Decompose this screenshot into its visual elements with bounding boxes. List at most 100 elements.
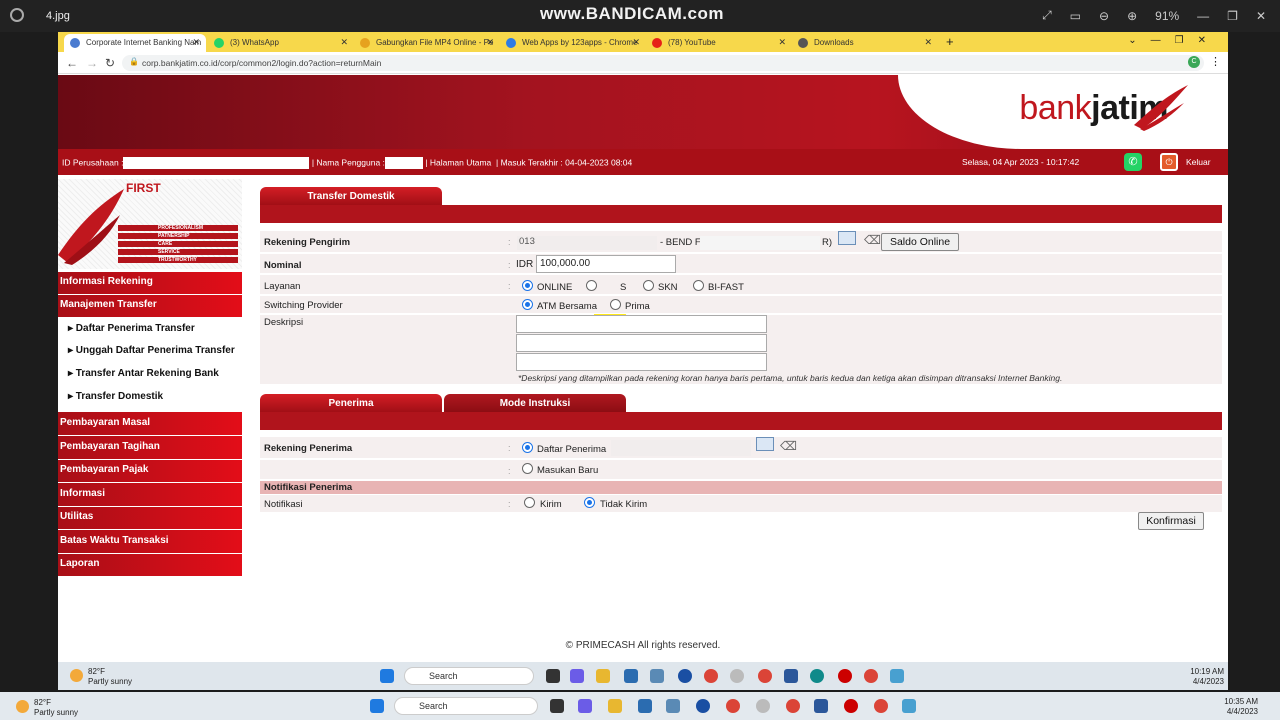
word-icon[interactable]	[814, 699, 828, 713]
mail-icon[interactable]	[638, 699, 652, 713]
file-explorer-icon[interactable]	[596, 669, 610, 683]
paint-icon[interactable]	[902, 699, 916, 713]
saldo-online-button[interactable]: Saldo Online	[881, 233, 959, 251]
menu-pembayaran-tagihan[interactable]: Pembayaran Tagihan	[58, 436, 242, 460]
window-controls[interactable]: ⌄—❐✕	[1128, 35, 1220, 46]
zoom-out-icon[interactable]: ⊖	[1099, 9, 1109, 23]
photos-icon[interactable]	[650, 669, 664, 683]
menu-laporan[interactable]: Laporan	[58, 554, 242, 577]
close-tab-icon[interactable]: ✕	[192, 37, 200, 48]
radio-daftar-penerima[interactable]	[522, 442, 533, 453]
mail-icon[interactable]	[624, 669, 638, 683]
file-explorer-icon[interactable]	[608, 699, 622, 713]
logout-link[interactable]: Keluar	[1186, 157, 1211, 167]
windows-start-icon[interactable]	[370, 699, 384, 713]
new-tab-button[interactable]: +	[946, 34, 954, 49]
zoom-app-icon[interactable]	[678, 669, 692, 683]
radio-bifast[interactable]	[693, 280, 704, 291]
description-line-1[interactable]	[516, 315, 767, 333]
app-icon[interactable]	[730, 669, 744, 683]
radio-tidak-kirim[interactable]	[584, 497, 595, 508]
submenu-transfer-antar-rekening[interactable]: ▸ Transfer Antar Rekening Bank	[68, 368, 238, 380]
forward-icon[interactable]: →	[86, 56, 98, 70]
minimize-icon[interactable]: —	[1197, 9, 1209, 23]
chrome-second-icon[interactable]	[864, 669, 878, 683]
taskbar-search[interactable]: Search	[404, 667, 534, 685]
description-line-3[interactable]	[516, 353, 767, 371]
tab-bankjatim[interactable]: Corporate Internet Banking Nam ✕	[64, 34, 206, 52]
windows-start-icon[interactable]	[380, 669, 394, 683]
tab-whatsapp[interactable]: (3) WhatsApp ✕	[208, 34, 354, 52]
edge-icon[interactable]	[810, 669, 824, 683]
paint-icon[interactable]	[890, 669, 904, 683]
menu-manajemen-transfer[interactable]: Manajemen Transfer	[58, 295, 242, 318]
zoom-app-icon[interactable]	[696, 699, 710, 713]
system-clock[interactable]: 10:19 AM 4/4/2023	[1170, 667, 1224, 687]
record-icon[interactable]	[838, 669, 852, 683]
chrome-second-icon[interactable]	[874, 699, 888, 713]
chat-icon[interactable]	[570, 669, 584, 683]
record-icon[interactable]	[844, 699, 858, 713]
logout-icon[interactable]: ⏻	[1160, 153, 1178, 171]
app-icon[interactable]	[756, 699, 770, 713]
chat-icon[interactable]	[578, 699, 592, 713]
close-tab-icon[interactable]: ✕	[632, 37, 640, 48]
tab-123apps[interactable]: Web Apps by 123apps - Chrome ✕	[500, 34, 646, 52]
whatsapp-icon[interactable]: ✆	[1124, 153, 1142, 171]
radio-kirim[interactable]	[524, 497, 535, 508]
radio-prima[interactable]	[610, 299, 621, 310]
close-icon[interactable]: ✕	[1256, 9, 1266, 23]
close-tab-icon[interactable]: ✕	[924, 37, 932, 48]
task-view-icon[interactable]	[546, 669, 560, 683]
search-recipient-icon[interactable]	[756, 437, 774, 451]
description-line-2[interactable]	[516, 334, 767, 352]
task-view-icon[interactable]	[550, 699, 564, 713]
radio-skn[interactable]	[643, 280, 654, 291]
menu-informasi-rekening[interactable]: Informasi Rekening	[58, 272, 242, 295]
eraser-icon[interactable]: ⌫	[780, 439, 797, 453]
expand-icon[interactable]: ⤢	[1042, 8, 1052, 23]
menu-pembayaran-pajak[interactable]: Pembayaran Pajak	[58, 460, 242, 483]
tab-penerima[interactable]: Penerima	[260, 394, 442, 412]
menu-utilitas[interactable]: Utilitas	[58, 507, 242, 530]
konfirmasi-button[interactable]: Konfirmasi	[1138, 512, 1204, 530]
eraser-icon[interactable]: ⌫	[864, 233, 881, 247]
chrome-icon[interactable]	[726, 699, 740, 713]
zoom-in-icon[interactable]: ⊕	[1127, 9, 1137, 23]
chrome-profile-icon[interactable]	[786, 699, 800, 713]
tab-gabungkan[interactable]: Gabungkan File MP4 Online - Pe ✕	[354, 34, 500, 52]
submenu-transfer-domestik[interactable]: ▸ Transfer Domestik	[68, 391, 238, 403]
chrome-profile-icon[interactable]	[758, 669, 772, 683]
system-clock[interactable]: 10:35 AM 4/4/2023	[1204, 697, 1258, 717]
word-icon[interactable]	[784, 669, 798, 683]
amount-input[interactable]: 100,000.00	[536, 255, 676, 273]
menu-batas-waktu[interactable]: Batas Waktu Transaksi	[58, 530, 242, 554]
close-tab-icon[interactable]: ✕	[778, 37, 786, 48]
tab-downloads[interactable]: Downloads ✕	[792, 34, 938, 52]
taskbar-search[interactable]: Search	[394, 697, 538, 715]
home-link[interactable]: | Halaman Utama	[425, 157, 491, 167]
tab-youtube[interactable]: (78) YouTube ✕	[646, 34, 792, 52]
reload-icon[interactable]: ↻	[105, 56, 115, 70]
url-field[interactable]: 🔒 corp.bankjatim.co.id/corp/common2/login…	[122, 55, 1204, 71]
chrome-icon[interactable]	[704, 669, 718, 683]
submenu-daftar-penerima[interactable]: ▸ Daftar Penerima Transfer	[68, 323, 238, 335]
aspect-icon[interactable]: ▭	[1070, 9, 1081, 23]
menu-informasi[interactable]: Informasi	[58, 483, 242, 507]
browser-menu-icon[interactable]: ⋮	[1210, 55, 1221, 68]
photos-icon[interactable]	[666, 699, 680, 713]
close-tab-icon[interactable]: ✕	[486, 37, 494, 48]
weather-widget[interactable]: 82°F Partly sunny	[70, 667, 132, 687]
radio-atm-bersama[interactable]	[522, 299, 533, 310]
profile-avatar[interactable]: C	[1188, 56, 1200, 68]
recipient-select[interactable]	[611, 440, 751, 456]
tab-mode-instruksi[interactable]: Mode Instruksi	[444, 394, 626, 412]
menu-pembayaran-masal[interactable]: Pembayaran Masal	[58, 412, 242, 436]
weather-widget[interactable]: 82°F Partly sunny	[16, 698, 78, 718]
back-icon[interactable]: ←	[66, 56, 78, 70]
close-tab-icon[interactable]: ✕	[340, 37, 348, 48]
radio-masukan-baru[interactable]	[522, 463, 533, 474]
submenu-unggah-daftar[interactable]: ▸ Unggah Daftar Penerima Transfer	[68, 345, 238, 357]
radio-online[interactable]	[522, 280, 533, 291]
viewer-menu-icon[interactable]	[10, 8, 24, 22]
